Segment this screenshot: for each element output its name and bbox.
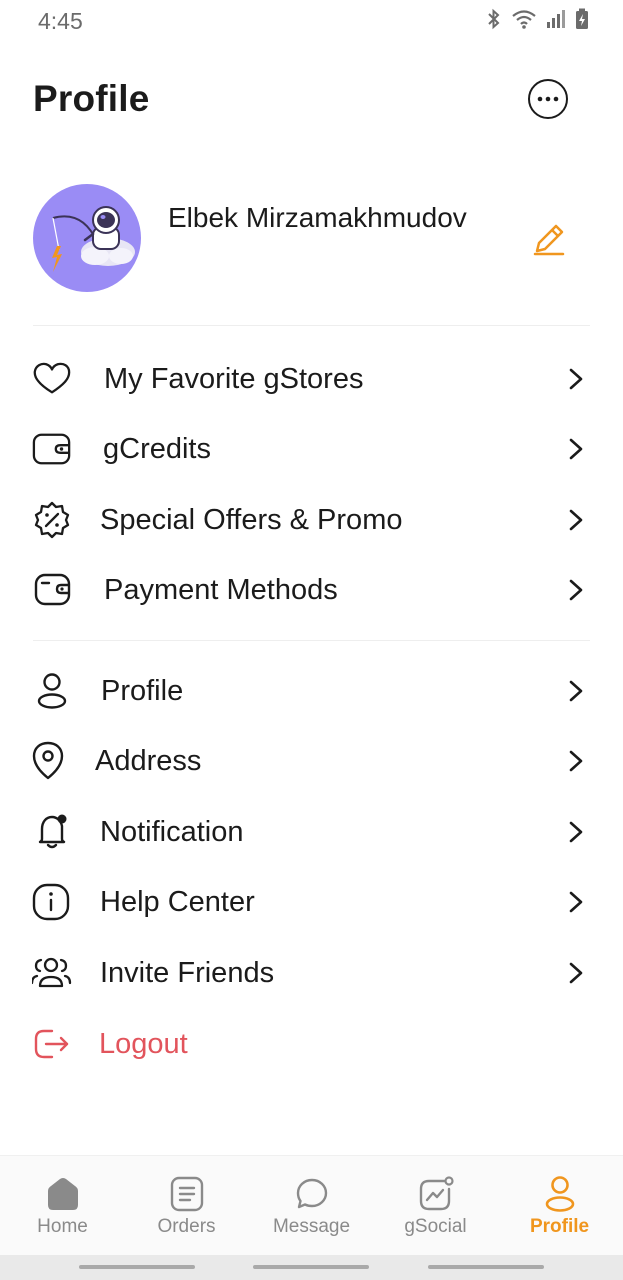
discount-badge-icon [32, 501, 72, 539]
menu-item-payment-methods[interactable]: Payment Methods [0, 560, 623, 620]
chevron-right-icon [569, 579, 583, 601]
user-icon [497, 1174, 622, 1214]
users-icon [32, 955, 72, 991]
chevron-right-icon [569, 438, 583, 460]
avatar[interactable] [33, 184, 141, 292]
menu-item-label: Notification [100, 816, 244, 848]
chart-icon [373, 1174, 498, 1214]
chevron-right-icon [569, 368, 583, 390]
nav-label: Home [37, 1216, 88, 1237]
nav-label: Message [272, 1216, 351, 1237]
astronaut-avatar-icon [52, 206, 135, 272]
page-title: Profile [33, 78, 150, 119]
nav-label: gSocial [404, 1216, 467, 1237]
gesture-pill [253, 1265, 369, 1269]
status-time: 4:45 [38, 8, 83, 34]
menu-item-special-offers[interactable]: Special Offers & Promo [0, 490, 623, 550]
menu-item-notification[interactable]: Notification [0, 802, 623, 862]
menu-item-invite-friends[interactable]: Invite Friends [0, 943, 623, 1003]
menu-item-label: Invite Friends [100, 957, 275, 989]
nav-label: Profile [529, 1216, 590, 1237]
gesture-pill [428, 1265, 544, 1269]
chevron-right-icon [569, 750, 583, 772]
status-bar: 4:45 [0, 0, 623, 44]
orders-icon [124, 1174, 249, 1214]
user-card: Elbek Mirzamakhmudov [0, 183, 623, 293]
more-horizontal-icon [537, 96, 559, 102]
chat-bubble-icon [249, 1174, 374, 1214]
logout-label: Logout [99, 1028, 188, 1060]
gesture-pill [79, 1265, 195, 1269]
menu-item-label: Special Offers & Promo [100, 504, 403, 536]
signal-icon [547, 10, 565, 28]
chevron-right-icon [569, 509, 583, 531]
pencil-icon [533, 224, 565, 256]
menu-item-label: gCredits [103, 433, 211, 465]
wifi-icon [512, 10, 536, 29]
nav-message[interactable]: Message [249, 1174, 374, 1244]
wallet-icon [32, 572, 72, 608]
chevron-right-icon [569, 962, 583, 984]
nav-profile[interactable]: Profile [497, 1174, 622, 1244]
edit-profile-button[interactable] [531, 221, 569, 259]
header: Profile [0, 70, 623, 134]
divider [33, 325, 590, 326]
home-icon [0, 1174, 125, 1214]
logout-button[interactable]: Logout [0, 1014, 623, 1074]
menu-item-address[interactable]: Address [0, 731, 623, 791]
nav-home[interactable]: Home [0, 1174, 125, 1244]
chevron-right-icon [569, 891, 583, 913]
menu-item-label: Address [95, 745, 202, 777]
bottom-navigation: Home Orders Message gSocial Profile [0, 1155, 623, 1255]
user-icon [32, 673, 72, 709]
bell-icon [32, 814, 72, 850]
menu-item-label: Help Center [100, 886, 255, 918]
menu-item-gcredits[interactable]: gCredits [0, 419, 623, 479]
chevron-right-icon [569, 680, 583, 702]
divider [33, 640, 590, 641]
user-name: Elbek Mirzamakhmudov [168, 202, 467, 233]
menu-item-help-center[interactable]: Help Center [0, 872, 623, 932]
battery-icon [576, 8, 588, 29]
chevron-right-icon [569, 821, 583, 843]
menu-item-label: Payment Methods [104, 574, 338, 606]
wallet-icon [32, 431, 72, 467]
system-gesture-bar [0, 1255, 623, 1280]
status-icons [485, 8, 589, 30]
heart-icon [32, 361, 72, 397]
nav-orders[interactable]: Orders [124, 1174, 249, 1244]
location-pin-icon [32, 741, 72, 780]
more-options-button[interactable] [528, 79, 568, 119]
logout-icon [32, 1026, 72, 1062]
menu-item-profile[interactable]: Profile [0, 661, 623, 721]
menu-item-label: Profile [101, 675, 184, 707]
info-icon [32, 883, 72, 921]
menu-item-favorite-gstores[interactable]: My Favorite gStores [0, 349, 623, 409]
nav-gsocial[interactable]: gSocial [373, 1174, 498, 1244]
nav-label: Orders [157, 1216, 216, 1237]
bluetooth-icon [488, 8, 500, 30]
menu-item-label: My Favorite gStores [104, 363, 364, 395]
